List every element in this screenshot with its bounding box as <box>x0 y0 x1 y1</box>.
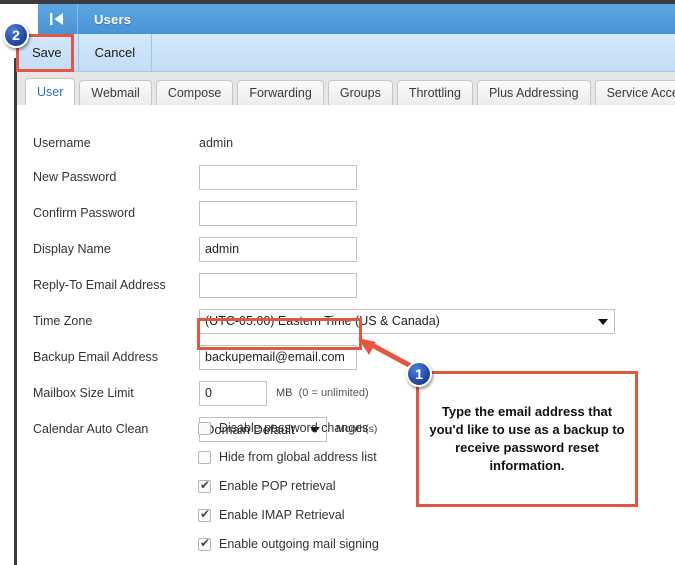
new-password-field[interactable] <box>199 164 357 190</box>
checkbox-label-enable-pop: Enable POP retrieval <box>219 479 336 493</box>
collapse-panel-button[interactable] <box>38 4 78 34</box>
toolbar-filler <box>152 34 675 71</box>
checkbox-disable-password-changes[interactable] <box>198 421 211 435</box>
time-zone-label: Time Zone <box>33 314 93 328</box>
options-checkbox-group: Disable password changes Hide from globa… <box>198 418 379 563</box>
tab-plus-addressing[interactable]: Plus Addressing <box>476 80 591 105</box>
row-display-name: Display Name <box>33 236 615 262</box>
display-name-label: Display Name <box>33 242 111 256</box>
confirm-password-label: Confirm Password <box>33 206 136 220</box>
row-reply-to: Reply-To Email Address <box>33 272 615 298</box>
display-name-field[interactable] <box>199 236 357 262</box>
checkbox-label-disable-password-changes: Disable password changes <box>219 421 369 435</box>
mailbox-size-label: Mailbox Size Limit <box>33 386 134 400</box>
tab-webmail[interactable]: Webmail <box>79 80 152 105</box>
collapse-left-icon <box>49 12 67 26</box>
tab-service-access[interactable]: Service Access <box>594 80 675 105</box>
checkbox-enable-outgoing-signing[interactable] <box>198 536 211 551</box>
checkbox-enable-imap[interactable] <box>198 507 211 522</box>
instruction-callout: Type the email address that you'd like t… <box>416 371 638 507</box>
checkbox-row-enable-imap[interactable]: Enable IMAP Retrieval <box>198 505 379 525</box>
tab-user[interactable]: User <box>25 78 76 105</box>
tab-forwarding[interactable]: Forwarding <box>237 80 324 105</box>
title-bar: Users <box>38 4 675 34</box>
action-toolbar: Save Cancel <box>16 34 675 72</box>
checkbox-label-hide-from-gal: Hide from global address list <box>219 450 377 464</box>
mailbox-size-field[interactable] <box>199 380 267 406</box>
mailbox-size-hint: (0 = unlimited) <box>298 387 369 399</box>
username-label: Username <box>33 136 91 150</box>
checkbox-row-hide-from-gal[interactable]: Hide from global address list <box>198 447 379 467</box>
checkbox-hide-from-gal[interactable] <box>198 450 211 464</box>
cancel-button[interactable]: Cancel <box>78 34 153 71</box>
checkbox-row-enable-outgoing-signing[interactable]: Enable outgoing mail signing <box>198 534 379 554</box>
checkbox-label-enable-imap: Enable IMAP Retrieval <box>219 508 345 522</box>
row-time-zone: Time Zone (UTC-05:00) Eastern Time (US &… <box>33 308 615 334</box>
row-username: Username admin <box>33 131 615 155</box>
instruction-callout-text: Type the email address that you'd like t… <box>429 404 625 473</box>
tab-bar: User Webmail Compose Forwarding Groups T… <box>17 72 675 106</box>
time-zone-select-wrap: (UTC-05:00) Eastern Time (US & Canada) <box>199 308 615 334</box>
backup-email-label: Backup Email Address <box>33 350 159 364</box>
backup-email-field[interactable] <box>199 344 357 370</box>
checkbox-row-disable-password-changes[interactable]: Disable password changes <box>198 418 379 438</box>
page-title: Users <box>94 11 132 27</box>
step-badge-two: 2 <box>3 22 29 48</box>
time-zone-select[interactable]: (UTC-05:00) Eastern Time (US & Canada) <box>199 308 615 334</box>
tab-groups[interactable]: Groups <box>327 80 393 105</box>
username-value: admin <box>199 136 234 150</box>
calendar-auto-clean-label: Calendar Auto Clean <box>33 422 149 436</box>
tab-throttling[interactable]: Throttling <box>396 80 473 105</box>
mailbox-size-unit: MB (0 = unlimited) <box>276 387 369 399</box>
confirm-password-field[interactable] <box>199 200 357 226</box>
new-password-label: New Password <box>33 170 117 184</box>
row-new-password: New Password <box>33 164 615 190</box>
reply-to-label: Reply-To Email Address <box>33 278 166 292</box>
reply-to-email-field[interactable] <box>199 272 357 298</box>
checkbox-label-enable-outgoing-signing: Enable outgoing mail signing <box>219 537 379 551</box>
row-confirm-password: Confirm Password <box>33 200 615 226</box>
checkbox-enable-pop[interactable] <box>198 478 211 493</box>
checkbox-row-enable-pop[interactable]: Enable POP retrieval <box>198 476 379 496</box>
row-backup-email: Backup Email Address <box>33 344 615 370</box>
tab-compose[interactable]: Compose <box>155 80 234 105</box>
application-window: Users Save Cancel User Webmail Compose F… <box>0 0 675 565</box>
step-badge-one: 1 <box>406 361 432 387</box>
mailbox-size-unit-label: MB <box>276 387 293 399</box>
